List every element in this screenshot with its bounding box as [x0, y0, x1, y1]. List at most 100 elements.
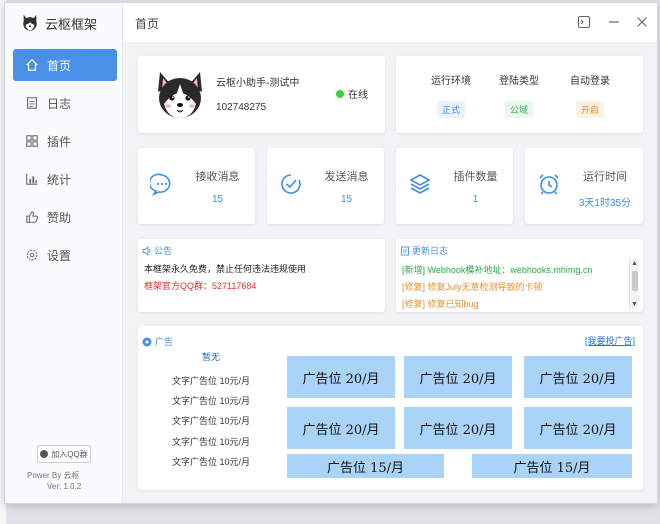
- text-ad-slot[interactable]: 文字广告位 10元/月: [146, 432, 276, 452]
- ad-slot[interactable]: 广告位 20/月: [524, 407, 632, 449]
- stat-value: 1: [472, 194, 479, 205]
- env-run-mode-value: 正式: [436, 101, 465, 118]
- stat-value: 15: [211, 194, 224, 205]
- text-ads-column: 暂无 文字广告位 10元/月 文字广告位 10元/月 文字广告位 10元/月 文…: [146, 350, 276, 472]
- changelog-entry: [修复] 修复已知bug: [402, 299, 479, 309]
- ad-none-label: 暂无: [201, 352, 220, 362]
- layers-icon: [409, 174, 431, 194]
- want-ad-link[interactable]: [我要投广告]: [585, 334, 635, 347]
- sidebar: 云枢框架 首页 日志 插件 统计 赞助 设置 加入QQ群 Power By 云枢…: [5, 3, 123, 503]
- ads-title: 广告: [142, 335, 173, 348]
- join-qq-group-button[interactable]: 加入QQ群: [37, 445, 91, 463]
- stat-label: 插件数量: [453, 171, 498, 183]
- sidebar-item-stats[interactable]: 统计: [13, 163, 117, 195]
- husky-avatar: [154, 72, 206, 124]
- wide-ad-slot[interactable]: 广告位 15/月: [287, 454, 444, 478]
- ad-slot[interactable]: 广告位 20/月: [524, 356, 632, 398]
- scroll-up-icon[interactable]: ▲: [631, 260, 638, 267]
- stat-card-received: 接收消息 15: [138, 148, 255, 224]
- sidebar-item-label: 首页: [47, 58, 72, 73]
- stat-card-plugins: 插件数量 1: [396, 148, 513, 224]
- stat-label: 接收消息: [195, 171, 240, 183]
- sidebar-item-log[interactable]: 日志: [13, 87, 117, 119]
- sidebar-nav: 首页 日志 插件 统计 赞助 设置: [13, 49, 117, 277]
- notice-card: 公告 本框架永久免费，禁止任何违法违规使用 框架官方QQ群：527117684: [138, 239, 385, 312]
- sidebar-item-sponsor[interactable]: 赞助: [13, 201, 117, 233]
- stat-card-sent: 发送消息 15: [267, 148, 384, 224]
- notice-title-label: 公告: [154, 246, 173, 256]
- env-login-type-value: 公域: [504, 101, 533, 118]
- changelog-entry: [新增] Webhook模补地址：webhooks.mhimg.cn: [402, 265, 593, 275]
- version-label: Ver: 1.0.2: [47, 482, 82, 491]
- app-name: 云枢框架: [45, 16, 98, 32]
- document-icon: [401, 246, 409, 255]
- notice-line-1: 本框架永久免费，禁止任何违法违规使用: [144, 264, 307, 274]
- bot-info-card: 云枢小助手-测试中 102748275 在线: [138, 56, 385, 133]
- sidebar-item-settings[interactable]: 设置: [13, 239, 117, 271]
- husky-logo-icon: [23, 14, 37, 31]
- sidebar-item-plugin[interactable]: 插件: [13, 125, 117, 157]
- qq-icon: [40, 450, 49, 458]
- changelog-title-label: 更新日志: [412, 246, 449, 256]
- sidebar-item-label: 设置: [47, 248, 72, 263]
- powered-by: Power By 云枢: [27, 471, 80, 480]
- sidebar-item-label: 统计: [47, 172, 72, 187]
- env-run-mode-label: 运行环境: [431, 76, 471, 87]
- ad-slot[interactable]: 广告位 20/月: [287, 356, 395, 398]
- env-run-mode: 运行环境 正式: [416, 72, 486, 118]
- ad-slot[interactable]: 广告位 20/月: [404, 407, 512, 449]
- online-dot-icon: [336, 89, 344, 98]
- env-auto-login-value: 开启: [575, 101, 604, 118]
- brand: 云枢框架: [21, 11, 97, 35]
- page-title: 首页: [135, 17, 160, 31]
- changelog-card: 更新日志 [新增] Webhook模补地址：webhooks.mhimg.cn …: [396, 239, 643, 312]
- minimize-icon[interactable]: [607, 15, 621, 29]
- join-qq-group-label: 加入QQ群: [51, 449, 88, 459]
- notice-line-2: 框架官方QQ群：527117684: [144, 281, 257, 291]
- env-login-type: 登陆类型 公域: [484, 72, 554, 118]
- text-ad-slot[interactable]: 文字广告位 10元/月: [146, 371, 276, 391]
- log-icon: [27, 97, 37, 109]
- ad-badge-icon: [142, 337, 152, 346]
- env-auto-login: 自动登录 开启: [555, 72, 625, 118]
- wide-ad-slot[interactable]: 广告位 15/月: [472, 454, 632, 478]
- changelog-scrollbar[interactable]: ▲ ▼: [629, 259, 639, 309]
- environment-card: 运行环境 正式 登陆类型 公域 自动登录 开启: [396, 56, 643, 133]
- ad-slot[interactable]: 广告位 20/月: [287, 407, 395, 449]
- home-icon: [26, 58, 38, 71]
- top-bar: 首页: [123, 3, 657, 43]
- close-icon[interactable]: [635, 15, 649, 29]
- speaker-icon: [142, 245, 151, 256]
- scroll-down-icon[interactable]: ▼: [631, 301, 638, 308]
- sidebar-item-label: 插件: [47, 134, 72, 149]
- text-ad-slot[interactable]: 文字广告位 10元/月: [146, 452, 276, 472]
- online-status: 在线: [336, 86, 368, 101]
- terminal-icon[interactable]: [577, 15, 591, 29]
- ads-card: 广告 [我要投广告] 暂无 文字广告位 10元/月 文字广告位 10元/月 文字…: [138, 326, 643, 490]
- app-window: 云枢框架 首页 日志 插件 统计 赞助 设置 加入QQ群 Power By 云枢…: [4, 2, 658, 504]
- sidebar-item-home[interactable]: 首页: [13, 49, 117, 81]
- stat-label: 运行时间: [583, 171, 627, 183]
- gear-icon: [26, 249, 38, 261]
- scroll-thumb[interactable]: [632, 271, 638, 291]
- online-status-label: 在线: [348, 90, 368, 101]
- bot-id: 102748275: [216, 102, 267, 113]
- stat-value: 15: [340, 194, 353, 205]
- stat-card-uptime: 运行时间 3天1时35分: [525, 148, 643, 224]
- changelog-entry: [修复] 修复July无意检测导致的卡顿: [402, 282, 543, 292]
- chat-bubble-icon: [150, 173, 171, 196]
- check-circle-icon: [281, 174, 301, 194]
- alarm-clock-icon: [539, 174, 559, 195]
- stats-icon: [26, 173, 38, 185]
- notice-title: 公告: [142, 244, 172, 257]
- stat-label: 发送消息: [324, 171, 369, 183]
- ads-title-label: 广告: [155, 337, 174, 347]
- env-auto-login-label: 自动登录: [570, 76, 610, 87]
- thumbs-up-icon: [26, 211, 38, 223]
- text-ad-slot[interactable]: 文字广告位 10元/月: [146, 411, 276, 431]
- ad-slot[interactable]: 广告位 20/月: [404, 356, 512, 398]
- text-ad-slot[interactable]: 文字广告位 10元/月: [146, 391, 276, 411]
- bot-name: 云枢小助手-测试中: [216, 78, 300, 89]
- plugin-icon: [26, 135, 38, 147]
- stat-value: 3天1时35分: [578, 198, 632, 209]
